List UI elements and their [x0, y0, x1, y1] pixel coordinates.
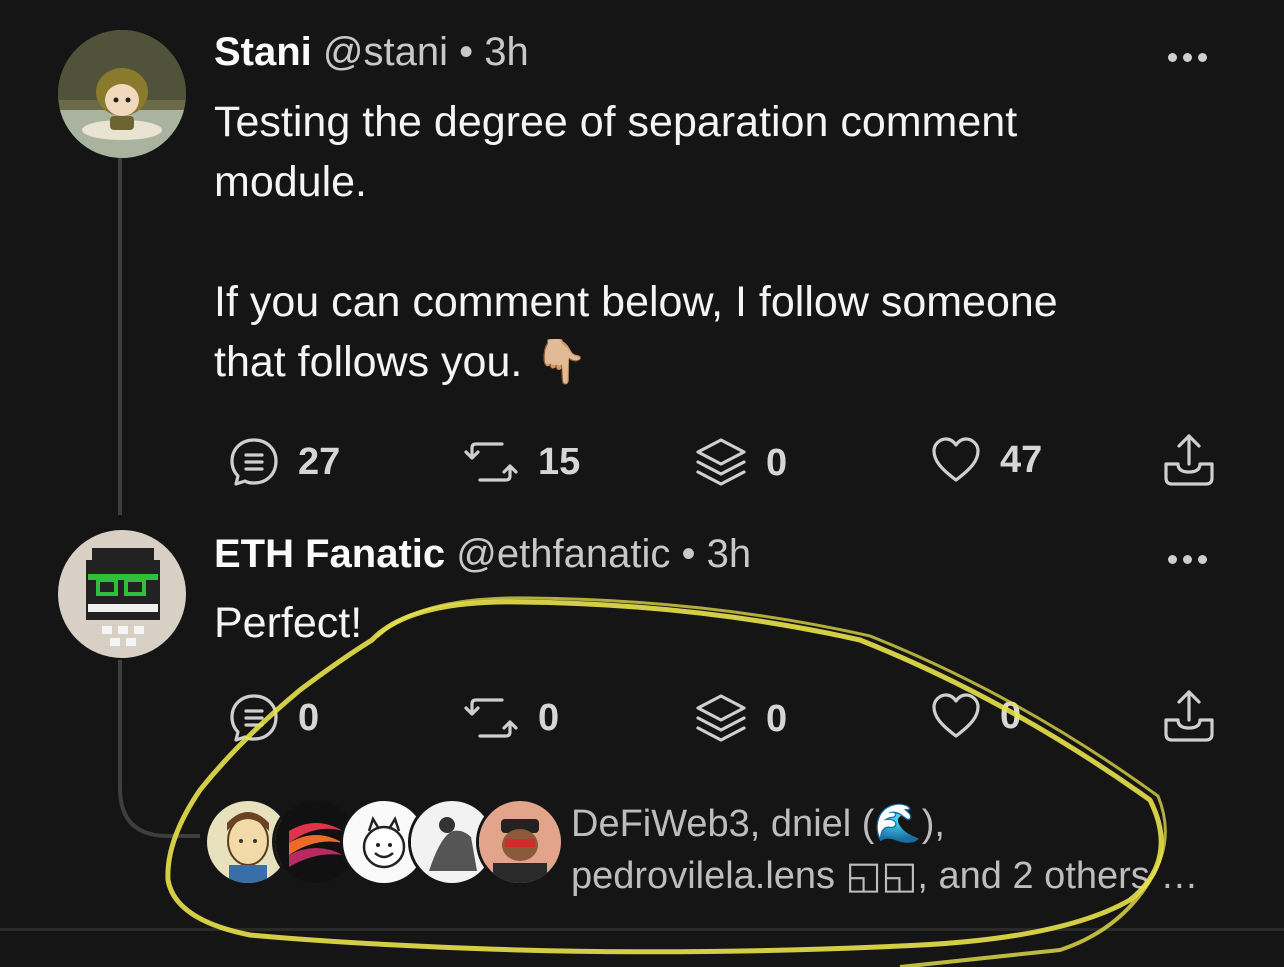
reply-like-count: 0	[1000, 694, 1022, 737]
mirror-count: 15	[538, 440, 581, 483]
separator-dot: •	[681, 532, 696, 576]
heart-icon	[932, 437, 980, 482]
mirror-button[interactable]: 15	[462, 436, 580, 488]
commenters-summary[interactable]: DeFiWeb3, dniel (🌊), pedrovilela.lens ◱◱…	[571, 798, 1198, 902]
reply-text: Perfect!	[214, 599, 363, 647]
thread-line-bottom	[118, 660, 122, 790]
reply-like-button[interactable]: 0	[930, 692, 1021, 740]
post-text-line1: Testing the degree of separation comment	[214, 98, 1018, 146]
reply-collect-button[interactable]: 0	[694, 692, 787, 746]
comment-count: 27	[298, 440, 341, 483]
reply-comment-button[interactable]: 0	[228, 692, 319, 744]
reply-comment-count: 0	[298, 696, 320, 739]
separator-dot: •	[459, 30, 474, 74]
bottom-divider	[0, 928, 1284, 931]
reply-mirror-count: 0	[538, 696, 560, 739]
comment-button[interactable]: 27	[228, 436, 340, 488]
mirror-icon	[464, 442, 518, 482]
commenter-avatars[interactable]	[204, 798, 564, 886]
post-text-line2: module.	[214, 158, 367, 206]
commenters-line1: DeFiWeb3, dniel (🌊),	[571, 803, 945, 845]
post-text-line4: that follows you. 👇🏼	[214, 338, 588, 386]
share-icon	[1164, 434, 1214, 486]
mirror-icon	[464, 698, 518, 738]
reply-header: ETH Fanatic @ethfanatic • 3h	[214, 532, 751, 577]
collect-button[interactable]: 0	[694, 436, 787, 490]
post-header: Stani @stani • 3h	[214, 30, 529, 75]
share-icon	[1164, 690, 1214, 742]
avatar-ethfanatic[interactable]	[58, 530, 186, 658]
post-text-line3: If you can comment below, I follow someo…	[214, 278, 1058, 326]
more-options-icon[interactable]	[1168, 555, 1207, 564]
reply-author-handle[interactable]: @ethfanatic	[456, 532, 670, 576]
reply-mirror-button[interactable]: 0	[462, 692, 559, 744]
post-time: 3h	[484, 30, 529, 74]
author-name[interactable]: Stani	[214, 30, 312, 74]
more-options-icon[interactable]	[1168, 53, 1207, 62]
share-button[interactable]	[1162, 432, 1216, 488]
commenters-line2: pedrovilela.lens ◱◱, and 2 others …	[571, 855, 1199, 897]
collect-icon	[696, 438, 746, 486]
avatar-stani[interactable]	[58, 30, 186, 158]
thread-line-top	[118, 155, 122, 515]
like-count: 47	[1000, 438, 1043, 481]
reply-collect-count: 0	[766, 697, 788, 740]
reply-author-name[interactable]: ETH Fanatic	[214, 532, 445, 576]
collect-icon	[696, 694, 746, 742]
comment-icon	[230, 438, 278, 486]
author-handle[interactable]: @stani	[323, 30, 448, 74]
collect-count: 0	[766, 441, 788, 484]
reply-share-button[interactable]	[1162, 688, 1216, 744]
reply-time: 3h	[706, 532, 752, 576]
comment-icon	[230, 694, 278, 742]
like-button[interactable]: 47	[930, 436, 1042, 484]
heart-icon	[932, 693, 980, 738]
avatar-other-2[interactable]	[476, 798, 564, 886]
